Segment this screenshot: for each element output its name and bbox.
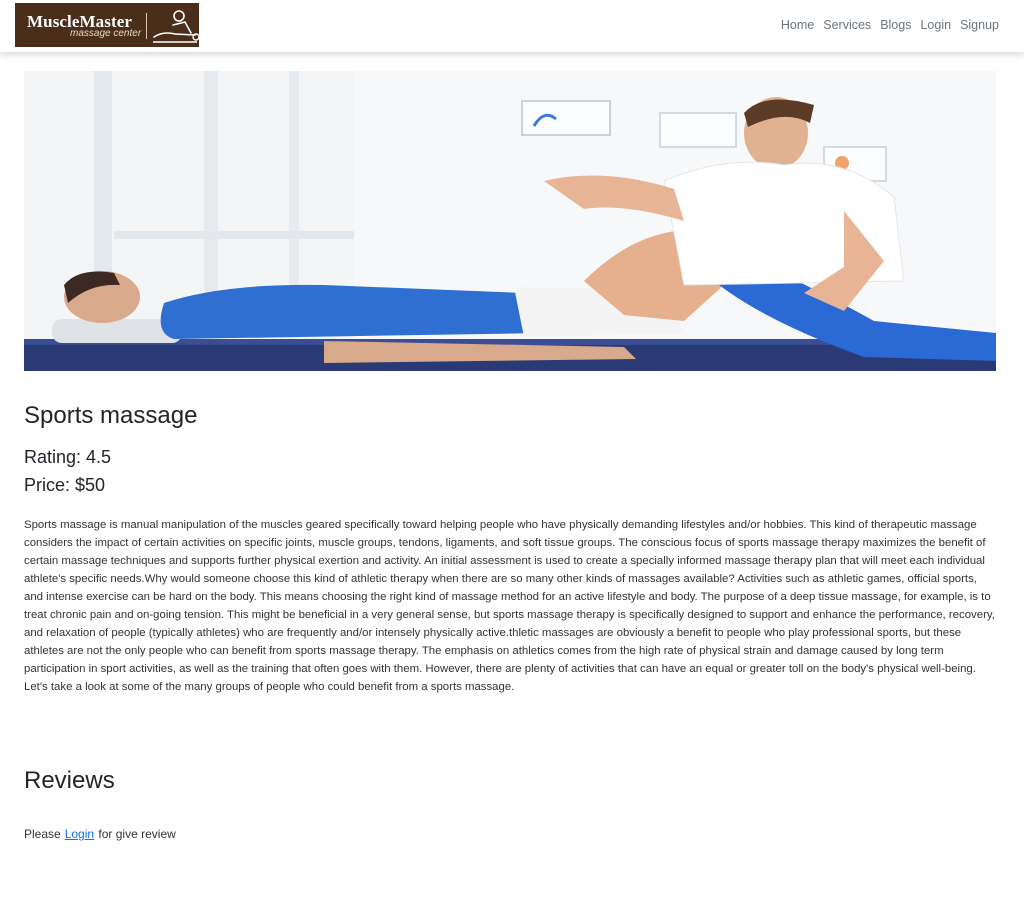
reviews-heading: Reviews — [24, 767, 115, 794]
massage-person-icon — [153, 10, 199, 43]
logo-divider — [146, 13, 147, 39]
nav-blogs[interactable]: Blogs — [880, 18, 911, 32]
nav-home[interactable]: Home — [781, 18, 814, 32]
review-prompt-prefix: Please — [24, 827, 61, 841]
nav-login[interactable]: Login — [920, 18, 951, 32]
brand-logo[interactable]: MuscleMaster massage center — [15, 3, 199, 47]
service-price: Price: $50 — [24, 475, 106, 495]
service-title: Sports massage — [24, 402, 198, 429]
therapy-photo-illustration — [24, 71, 996, 371]
brand-tagline: massage center — [70, 28, 142, 39]
main-nav: Home Services Blogs Login Signup — [781, 18, 999, 32]
review-prompt-suffix: for give review — [98, 827, 176, 841]
review-login-link[interactable]: Login — [65, 827, 94, 841]
top-navbar: MuscleMaster massage center Home Service… — [0, 0, 1024, 52]
hero-image — [24, 71, 996, 371]
nav-signup[interactable]: Signup — [960, 18, 999, 32]
service-description: Sports massage is manual manipulation of… — [24, 519, 995, 693]
nav-services[interactable]: Services — [823, 18, 871, 32]
review-login-prompt: Please Login for give review — [24, 827, 176, 841]
service-rating: Rating: 4.5 — [24, 447, 112, 467]
